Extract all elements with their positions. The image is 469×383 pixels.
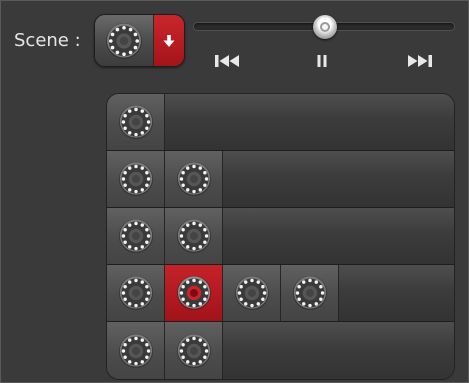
cue-button[interactable] [107,208,165,264]
cue-ring-icon [118,275,153,311]
cue-ring-icon [176,275,211,311]
arrow-down-icon [163,34,175,47]
pause-icon [317,55,327,67]
cue-grid [106,93,455,380]
cue-button[interactable] [107,151,165,207]
cue-row [107,322,454,379]
skip-previous-icon [215,55,239,67]
scene-ring-icon [106,22,142,59]
cue-button[interactable] [165,208,223,264]
cue-ring-icon [292,275,327,311]
cue-row [107,151,454,208]
previous-button[interactable] [212,52,246,70]
cue-button[interactable] [165,151,223,207]
cue-ring-icon [118,161,153,197]
cue-ring-icon [118,333,153,369]
cue-ring-icon [176,161,211,197]
cue-button[interactable] [223,265,281,321]
scene-selector[interactable] [94,14,185,67]
skip-next-icon [408,55,432,67]
slider-thumb[interactable] [313,15,337,39]
pause-button[interactable] [312,52,332,70]
cue-ring-icon [176,218,211,254]
cue-row [107,94,454,151]
cue-button[interactable] [281,265,339,321]
cue-row [107,265,454,322]
cue-ring-icon [118,218,153,254]
scene-label: Scene : [14,30,81,51]
scene-selector-face[interactable] [95,15,153,66]
cue-button[interactable] [107,265,165,321]
playback-slider[interactable] [193,15,455,39]
cue-button-active[interactable] [165,265,223,321]
cue-button[interactable] [165,322,223,379]
next-button[interactable] [400,52,436,70]
cue-button[interactable] [107,94,165,150]
cue-ring-icon [118,104,153,140]
cue-button[interactable] [107,322,165,379]
cue-ring-icon [234,275,269,311]
scene-dropdown-button[interactable] [153,15,184,66]
cue-row [107,208,454,265]
cue-ring-icon [176,333,211,369]
